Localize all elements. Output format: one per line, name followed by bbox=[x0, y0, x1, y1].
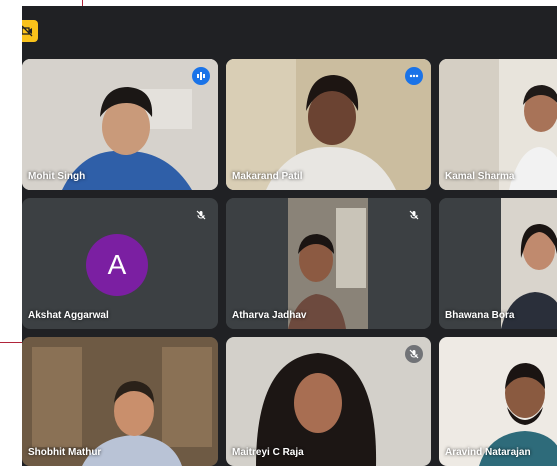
participant-tile-aravind-natarajan[interactable]: Aravind Natarajan bbox=[439, 337, 557, 466]
speaking-icon bbox=[197, 72, 205, 80]
participant-name: Bhawana Bora bbox=[445, 310, 515, 321]
speaking-indicator bbox=[192, 67, 210, 85]
participant-name: Maitreyi C Raja bbox=[232, 447, 304, 458]
mic-off-icon bbox=[196, 210, 206, 220]
participant-name: Aravind Natarajan bbox=[445, 447, 531, 458]
meeting-window: Mohit Singh Makarand Patil Kamal Sharma … bbox=[22, 6, 557, 466]
mic-off-indicator bbox=[405, 206, 423, 224]
participant-name: Kamal Sharma bbox=[445, 171, 515, 182]
participant-tile-akshat-aggarwal[interactable]: A Akshat Aggarwal bbox=[22, 198, 218, 329]
mic-off-icon bbox=[409, 349, 419, 359]
participant-tile-bhawana-bora[interactable]: Bhawana Bora bbox=[439, 198, 557, 329]
camera-off-icon bbox=[22, 25, 33, 37]
participant-tile-kamal-sharma[interactable]: Kamal Sharma bbox=[439, 59, 557, 190]
participant-name: Makarand Patil bbox=[232, 171, 303, 182]
camera-off-badge[interactable] bbox=[22, 20, 38, 42]
decorative-line-left bbox=[0, 342, 22, 343]
more-options-icon bbox=[409, 74, 419, 78]
participant-tile-maitreyi-c-raja[interactable]: Maitreyi C Raja bbox=[226, 337, 431, 466]
top-bar bbox=[22, 6, 557, 56]
participant-tile-makarand-patil[interactable]: Makarand Patil bbox=[226, 59, 431, 190]
participant-tile-atharva-jadhav[interactable]: Atharva Jadhav bbox=[226, 198, 431, 329]
participant-name: Akshat Aggarwal bbox=[28, 310, 109, 321]
participant-name: Atharva Jadhav bbox=[232, 310, 307, 321]
participant-name: Shobhit Mathur bbox=[28, 447, 102, 458]
more-options-button[interactable] bbox=[405, 67, 423, 85]
participant-tile-shobhit-mathur[interactable]: Shobhit Mathur bbox=[22, 337, 218, 466]
mic-off-indicator bbox=[405, 345, 423, 363]
avatar: A bbox=[86, 234, 148, 296]
mic-off-icon bbox=[409, 210, 419, 220]
participant-name: Mohit Singh bbox=[28, 171, 86, 182]
participant-tile-mohit-singh[interactable]: Mohit Singh bbox=[22, 59, 218, 190]
mic-off-indicator bbox=[192, 206, 210, 224]
